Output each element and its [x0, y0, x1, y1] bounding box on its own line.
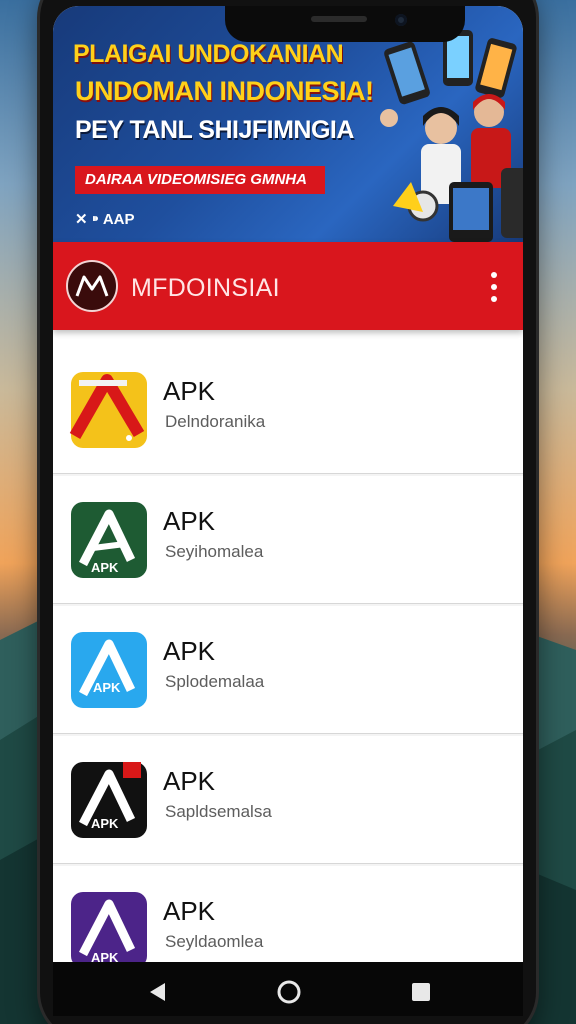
yellow-red-a-icon [69, 368, 149, 452]
home-circle-icon[interactable] [259, 962, 319, 1016]
banner-headline-1: PLAIGAI UNDOKANIAN [73, 40, 344, 68]
svg-text:APK: APK [91, 560, 119, 575]
banner-ribbon: DAIRAA VIDEOMISIEG GMNHA [75, 166, 325, 194]
app-subtitle: Delndoranika [165, 412, 266, 431]
recents-square-icon[interactable] [391, 962, 451, 1016]
list-item[interactable]: APK Delndoranika [53, 346, 523, 474]
list-item[interactable]: APK APK Splodemalaa [53, 606, 523, 734]
app-list: APK Delndoranika APK APK Seyihomalea APK… [53, 346, 523, 994]
banner-small-label: ✕ ⁍ AAP [75, 211, 135, 228]
m-logo-icon[interactable] [66, 260, 118, 312]
svg-text:APK: APK [93, 680, 121, 695]
app-title: MFDOINSIAI [131, 274, 280, 302]
app-subtitle: Sapldsemalsa [165, 802, 272, 821]
black-apk-icon: APK [69, 758, 149, 842]
app-subtitle: Seyldaomlea [165, 932, 264, 951]
more-vert-icon[interactable] [489, 272, 499, 302]
list-item[interactable]: APK APK Seyihomalea [53, 476, 523, 604]
app-bar: MFDOINSIAI [53, 242, 523, 330]
back-triangle-icon[interactable] [127, 962, 187, 1016]
app-title-label: APK [163, 506, 216, 536]
system-nav-bar [53, 962, 523, 1016]
phone-notch [225, 6, 465, 42]
app-subtitle: Splodemalaa [165, 672, 265, 691]
speaker-grille [311, 16, 367, 22]
list-item[interactable]: APK APK Sapldsemalsa [53, 736, 523, 864]
banner-headline-2: UNDOMAN INDONESIA! [75, 76, 374, 106]
phone-screen: PLAIGAI UNDOKANIAN UNDOMAN INDONESIA! PE… [53, 6, 523, 1016]
svg-text:APK: APK [91, 816, 119, 831]
app-title-label: APK [163, 376, 216, 406]
purple-apk-icon: APK [69, 888, 149, 972]
banner-artwork [380, 30, 523, 242]
banner-headline-3: PEY TANL SHIJFIMNGIA [75, 116, 354, 144]
app-title-label: APK [163, 896, 216, 926]
green-apk-icon: APK [69, 498, 149, 582]
blue-apk-icon: APK [69, 628, 149, 712]
app-title-label: APK [163, 636, 216, 666]
app-subtitle: Seyihomalea [165, 542, 264, 561]
app-title-label: APK [163, 766, 216, 796]
front-camera-icon [395, 14, 407, 26]
